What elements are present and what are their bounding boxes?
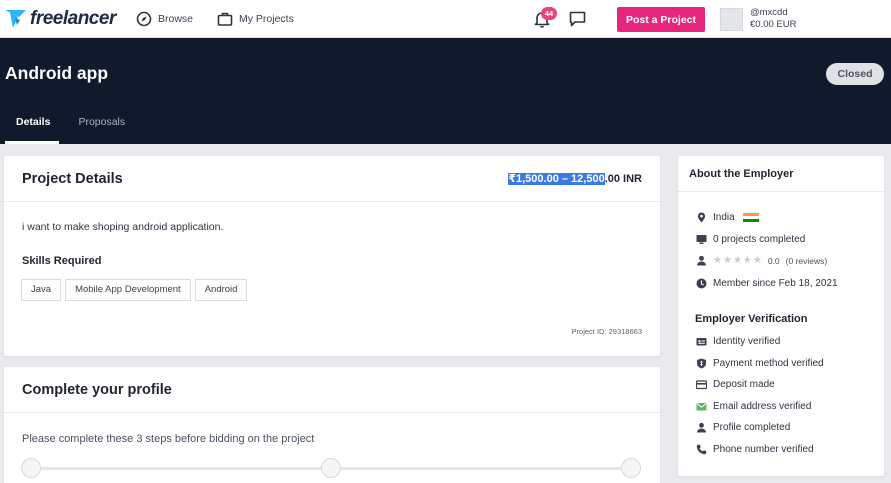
rating-stars: ★ ★ ★ ★ ★ (713, 255, 762, 266)
employer-projects-completed: 0 projects completed (696, 234, 805, 245)
brand-name: freelancer (30, 8, 116, 29)
freelancer-logo[interactable]: freelancer (4, 6, 116, 32)
budget-selected-text: ₹1,500.00 – 12,500 (508, 173, 605, 185)
star-icon: ★ (742, 255, 752, 266)
star-icon: ★ (713, 255, 722, 266)
about-employer-heading: About the Employer (689, 168, 794, 180)
verification-payment-method: Payment method verified (696, 358, 824, 369)
verification-phone: Phone number verified (696, 444, 814, 455)
india-flag-icon (742, 212, 759, 223)
compass-icon (136, 11, 152, 27)
progress-step-3[interactable] (621, 458, 641, 478)
user-account-menu[interactable]: @mxcdd €0.00 EUR (750, 7, 796, 31)
skill-tag-java[interactable]: Java (21, 279, 62, 301)
verification-label: Payment method verified (713, 358, 824, 369)
notification-count-badge: 44 (541, 7, 557, 20)
budget-suffix: .00 INR (604, 173, 642, 185)
verification-email: Email address verified (696, 401, 811, 412)
top-navigation-bar: freelancer Browse My Projects 44 Post a … (0, 0, 891, 38)
my-projects-link[interactable]: My Projects (217, 9, 294, 29)
freelancer-bird-icon (5, 10, 26, 28)
tab-proposals[interactable]: Proposals (64, 116, 139, 144)
project-budget: ₹1,500.00 – 12,500.00 INR (508, 172, 642, 185)
projects-completed-text: 0 projects completed (713, 234, 806, 245)
monitor-icon (696, 235, 707, 244)
user-avatar[interactable] (720, 8, 743, 31)
verification-label: Profile completed (713, 422, 791, 433)
user-icon (697, 422, 706, 433)
about-employer-header: About the Employer (678, 156, 884, 192)
skill-tag-android[interactable]: Android (194, 279, 248, 301)
review-count: (0 reviews) (785, 255, 828, 266)
skills-required-heading: Skills Required (22, 255, 102, 267)
project-details-header: Project Details ₹1,500.00 – 12,500.00 IN… (4, 156, 660, 202)
project-id: Project ID: 29318663 (571, 327, 642, 336)
my-projects-label: My Projects (239, 13, 294, 25)
tab-details[interactable]: Details (0, 116, 64, 144)
messages-chat-icon[interactable] (569, 11, 586, 27)
star-icon: ★ (732, 255, 742, 266)
complete-profile-instructions: Please complete these 3 steps before bid… (22, 433, 315, 445)
project-description: i want to make shoping android applicati… (22, 221, 224, 233)
progress-step-1[interactable] (21, 458, 41, 478)
verification-label: Identity verified (713, 336, 781, 347)
employer-country: India (713, 212, 735, 223)
verification-label: Email address verified (713, 401, 812, 412)
about-employer-card: About the Employer India 0 projects comp… (678, 156, 884, 476)
page-title: Android app (5, 63, 109, 83)
verification-profile: Profile completed (696, 422, 790, 433)
complete-profile-heading: Complete your profile (22, 382, 172, 398)
complete-profile-header: Complete your profile (4, 367, 660, 413)
account-balance: €0.00 EUR (750, 19, 797, 30)
project-tabs: Details Proposals (0, 116, 139, 144)
browse-link[interactable]: Browse (136, 9, 193, 29)
project-details-card: Project Details ₹1,500.00 – 12,500.00 IN… (4, 156, 660, 356)
verification-label: Phone number verified (713, 444, 814, 455)
star-icon: ★ (752, 255, 762, 266)
member-since-text: Member since Feb 18, 2021 (713, 278, 838, 289)
verification-deposit: Deposit made (696, 379, 775, 390)
project-details-heading: Project Details (22, 171, 123, 187)
phone-icon (696, 444, 707, 455)
employer-rating: ★ ★ ★ ★ ★ 0.0 (0 reviews) (696, 255, 827, 266)
username: @mxcdd (750, 7, 788, 18)
shield-dollar-icon (697, 358, 706, 369)
rating-value: 0.0 (767, 255, 780, 266)
verification-label: Deposit made (713, 379, 775, 390)
employer-member-since: Member since Feb 18, 2021 (696, 278, 838, 289)
envelope-icon (696, 403, 707, 411)
post-a-project-button[interactable]: Post a Project (617, 7, 705, 32)
star-icon: ★ (722, 255, 732, 266)
project-header: Android app Closed Details Proposals (0, 38, 891, 144)
employer-verification-heading: Employer Verification (695, 313, 808, 325)
project-status-badge: Closed (826, 63, 884, 85)
skills-list: Java Mobile App Development Android (21, 279, 248, 301)
employer-location: India (696, 212, 759, 223)
briefcase-icon (217, 12, 233, 26)
user-icon (697, 255, 706, 266)
complete-profile-card: Complete your profile Please complete th… (4, 367, 660, 483)
id-card-icon (696, 338, 707, 346)
location-pin-icon (697, 212, 706, 223)
clock-icon (696, 278, 707, 289)
skill-tag-mobile-app-development[interactable]: Mobile App Development (65, 279, 191, 301)
verification-identity: Identity verified (696, 336, 780, 347)
credit-card-icon (696, 380, 707, 390)
browse-label: Browse (158, 13, 194, 25)
progress-step-2[interactable] (321, 458, 341, 478)
